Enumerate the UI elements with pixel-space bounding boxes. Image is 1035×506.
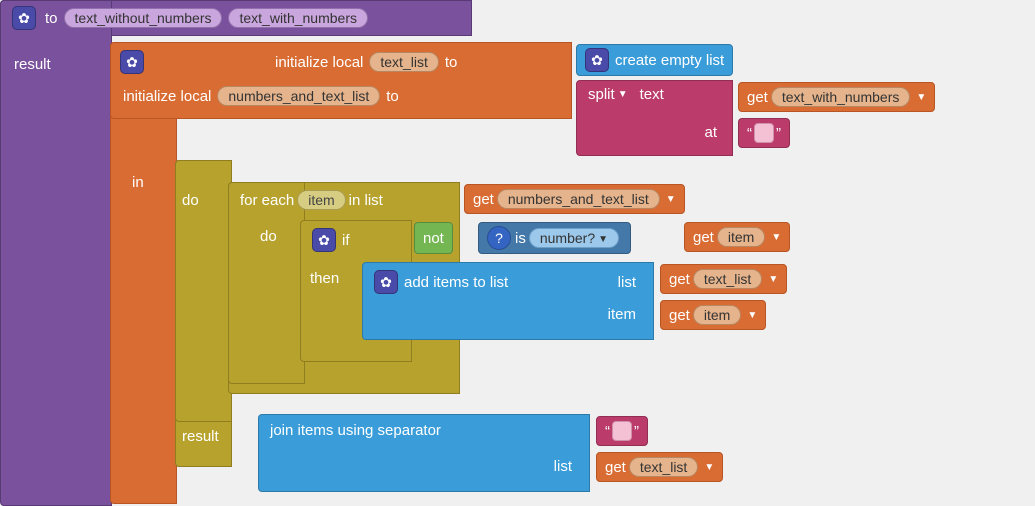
in-label: in xyxy=(132,174,144,191)
dropdown-icon[interactable]: ▼ xyxy=(768,274,778,285)
in-label-wrap: in xyxy=(132,174,144,191)
for-each-label: for each xyxy=(240,192,294,209)
quote-label4: ” xyxy=(634,423,639,440)
if-block[interactable]: ✿ if xyxy=(304,224,358,256)
get-label6: get xyxy=(605,459,626,476)
string-space-at[interactable]: “ ” xyxy=(738,118,790,148)
get-label: get xyxy=(747,89,768,106)
not-block[interactable]: not xyxy=(414,222,453,254)
split-label: split xyxy=(588,86,615,103)
gear-icon[interactable]: ✿ xyxy=(120,50,144,74)
get-text-with-numbers[interactable]: get text_with_numbers ▼ xyxy=(738,82,935,112)
create-empty-label: create empty list xyxy=(615,52,724,69)
do-label2: do xyxy=(260,228,277,245)
var-ref-numbers-list[interactable]: numbers_and_text_list xyxy=(497,189,660,209)
dropdown-icon[interactable]: ▼ xyxy=(771,232,781,243)
dropdown-icon[interactable]: ▼ xyxy=(618,89,628,100)
dropdown-icon[interactable]: ▼ xyxy=(704,462,714,473)
var-numbers-list[interactable]: numbers_and_text_list xyxy=(217,86,380,106)
add-items-item-row: item xyxy=(366,302,644,327)
gear-icon[interactable]: ✿ xyxy=(312,228,336,252)
var-ref-item[interactable]: item xyxy=(717,227,765,247)
string-space-sep[interactable]: “ ” xyxy=(596,416,648,446)
get-label5: get xyxy=(669,307,690,324)
var-ref-text-with-numbers[interactable]: text_with_numbers xyxy=(771,87,911,107)
get-numbers-list[interactable]: get numbers_and_text_list ▼ xyxy=(464,184,685,214)
get-text-list-2[interactable]: get text_list ▼ xyxy=(596,452,723,482)
then-label-block: then xyxy=(310,270,339,287)
dropdown-icon[interactable]: ▼ xyxy=(916,92,926,103)
join-list-row: list xyxy=(262,454,580,479)
is-label: is xyxy=(515,230,526,247)
initialize-local-label2: initialize local xyxy=(123,88,211,105)
do-label-block: do xyxy=(182,192,199,209)
get-label2: get xyxy=(473,191,494,208)
is-number-block[interactable]: ? is number?▼ xyxy=(478,222,631,254)
join-block[interactable]: join items using separator xyxy=(262,418,580,443)
var-text-list[interactable]: text_list xyxy=(369,52,438,72)
text-label: text xyxy=(640,86,664,103)
quote-label: “ xyxy=(747,125,752,142)
loop-var-item[interactable]: item xyxy=(297,190,345,210)
join-label: join items using separator xyxy=(270,422,441,439)
in-list-label: in list xyxy=(349,192,383,209)
gear-icon[interactable]: ✿ xyxy=(12,6,36,30)
var-ref-item2[interactable]: item xyxy=(693,305,741,325)
init-text-list[interactable]: ✿ initialize local text_list to xyxy=(112,46,468,78)
to-label3: to xyxy=(386,88,399,105)
list-slot-label2: list xyxy=(554,458,572,475)
then-label: then xyxy=(310,270,339,287)
help-icon[interactable]: ? xyxy=(487,226,511,250)
get-item-2[interactable]: get item ▼ xyxy=(660,300,766,330)
create-empty-list[interactable]: ✿ create empty list xyxy=(576,44,733,76)
init-numbers-list[interactable]: initialize local numbers_and_text_list t… xyxy=(112,82,410,110)
get-text-list-1[interactable]: get text_list ▼ xyxy=(660,264,787,294)
inner-do-label: do xyxy=(260,228,277,245)
proc-name[interactable]: text_without_numbers xyxy=(64,8,223,28)
quote-label3: “ xyxy=(605,423,610,440)
get-label4: get xyxy=(669,271,690,288)
result-label-2: result xyxy=(182,428,219,445)
for-each-block[interactable]: for each item in list xyxy=(232,186,391,214)
do-label: do xyxy=(182,192,199,209)
add-items-label: add items to list xyxy=(404,274,508,291)
get-item-1[interactable]: get item ▼ xyxy=(684,222,790,252)
gear-icon[interactable]: ✿ xyxy=(585,48,609,72)
proc-param[interactable]: text_with_numbers xyxy=(228,8,368,28)
var-ref-text-list2[interactable]: text_list xyxy=(629,457,698,477)
split-at-row: at xyxy=(580,120,725,145)
dropdown-icon[interactable]: ▼ xyxy=(666,194,676,205)
result-label: result xyxy=(14,56,51,73)
to-label: to xyxy=(45,10,58,27)
result-label2: result xyxy=(182,428,219,445)
dropdown-icon[interactable]: ▼ xyxy=(747,310,757,321)
list-slot-label: list xyxy=(598,274,636,291)
initialize-local-label: initialize local xyxy=(275,54,363,71)
procedure-header[interactable]: ✿ to text_without_numbers text_with_numb… xyxy=(4,2,379,34)
item-slot-label: item xyxy=(608,306,636,323)
blocks-workspace: ✿ to text_without_numbers text_with_numb… xyxy=(0,0,1035,504)
procedure-block-body xyxy=(0,0,112,506)
gear-icon[interactable]: ✿ xyxy=(374,270,398,294)
string-input[interactable] xyxy=(754,123,774,143)
type-number[interactable]: number?▼ xyxy=(529,228,619,248)
get-label3: get xyxy=(693,229,714,246)
not-label: not xyxy=(423,230,444,247)
at-label: at xyxy=(704,124,717,141)
var-ref-text-list[interactable]: text_list xyxy=(693,269,762,289)
add-items-block[interactable]: ✿ add items to list list xyxy=(366,266,644,298)
string-input2[interactable] xyxy=(612,421,632,441)
if-label: if xyxy=(342,232,350,249)
split-block[interactable]: split ▼ text xyxy=(580,82,675,107)
to-label2: to xyxy=(445,54,458,71)
quote-label2: ” xyxy=(776,125,781,142)
